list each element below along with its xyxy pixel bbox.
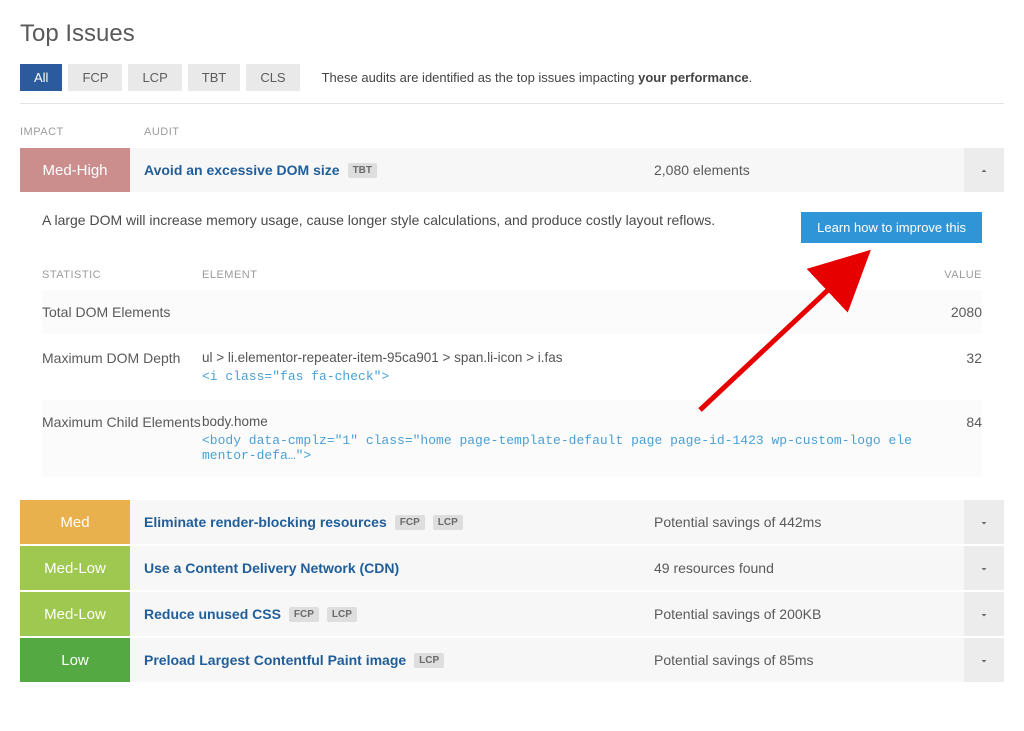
audit-name[interactable]: Reduce unused CSS — [144, 606, 281, 622]
issue-detail: A large DOM will increase memory usage, … — [20, 194, 1004, 500]
chevron-down-icon — [978, 562, 990, 574]
audit-name[interactable]: Preload Largest Contentful Paint image — [144, 652, 406, 668]
stat-value: 2080 — [912, 304, 982, 320]
expand-toggle[interactable] — [964, 500, 1004, 544]
metric-tag: LCP — [327, 607, 357, 622]
issue-row[interactable]: Med-Low Use a Content Delivery Network (C… — [20, 546, 1004, 590]
issue-row[interactable]: Med Eliminate render-blocking resources FC… — [20, 500, 1004, 544]
issue-value: Potential savings of 200KB — [654, 592, 964, 636]
issue-value: Potential savings of 85ms — [654, 638, 964, 682]
expand-toggle[interactable] — [964, 546, 1004, 590]
page-title: Top Issues — [20, 20, 1004, 48]
metric-tag: FCP — [395, 515, 425, 530]
audit-name[interactable]: Avoid an excessive DOM size — [144, 162, 340, 178]
issue-value: 2,080 elements — [654, 148, 964, 192]
col-header-audit: AUDIT — [130, 126, 654, 138]
impact-badge: Med-Low — [20, 546, 130, 590]
tab-all[interactable]: All — [20, 64, 62, 91]
stat-value: 32 — [912, 350, 982, 366]
stat-row: Total DOM Elements 2080 — [42, 289, 982, 335]
metric-filter-tabs: All FCP LCP TBT CLS These audits are ide… — [20, 64, 1004, 104]
chevron-down-icon — [978, 608, 990, 620]
stat-col-value: VALUE — [912, 269, 982, 281]
expand-toggle[interactable] — [964, 592, 1004, 636]
stat-element: ul > li.elementor-repeater-item-95ca901 … — [202, 350, 912, 384]
stat-row: Maximum Child Elements body.home <body d… — [42, 399, 982, 478]
stat-value: 84 — [912, 414, 982, 430]
tabs-description: These audits are identified as the top i… — [322, 70, 753, 85]
stat-name: Maximum Child Elements — [42, 414, 202, 430]
tab-lcp[interactable]: LCP — [128, 64, 181, 91]
issue-value: 49 resources found — [654, 546, 964, 590]
expand-toggle[interactable] — [964, 638, 1004, 682]
impact-badge: Med — [20, 500, 130, 544]
metric-tag: FCP — [289, 607, 319, 622]
tab-tbt[interactable]: TBT — [188, 64, 241, 91]
audit-name[interactable]: Use a Content Delivery Network (CDN) — [144, 560, 399, 576]
metric-tag: TBT — [348, 163, 377, 178]
chevron-down-icon — [978, 516, 990, 528]
col-header-impact: IMPACT — [20, 126, 130, 138]
stat-col-element: ELEMENT — [202, 269, 912, 281]
collapse-toggle[interactable] — [964, 148, 1004, 192]
impact-badge: Med-Low — [20, 592, 130, 636]
issue-row[interactable]: Med-Low Reduce unused CSS FCP LCP Potential … — [20, 592, 1004, 636]
learn-how-button[interactable]: Learn how to improve this — [801, 212, 982, 243]
audit-name[interactable]: Eliminate render-blocking resources — [144, 514, 387, 530]
tab-fcp[interactable]: FCP — [68, 64, 122, 91]
impact-badge: Med-High — [20, 148, 130, 192]
stat-element: body.home <body data-cmplz="1" class="ho… — [202, 414, 912, 463]
tab-cls[interactable]: CLS — [246, 64, 299, 91]
chevron-up-icon — [978, 164, 990, 176]
issue-description: A large DOM will increase memory usage, … — [42, 212, 715, 228]
issues-header: IMPACT AUDIT — [20, 120, 1004, 148]
stat-name: Total DOM Elements — [42, 304, 202, 320]
metric-tag: LCP — [414, 653, 444, 668]
issue-row[interactable]: Low Preload Largest Contentful Paint imag… — [20, 638, 1004, 682]
metric-tag: LCP — [433, 515, 463, 530]
impact-badge: Low — [20, 638, 130, 682]
issue-row-expanded[interactable]: Med-High Avoid an excessive DOM size TBT… — [20, 148, 1004, 192]
stat-name: Maximum DOM Depth — [42, 350, 202, 366]
chevron-down-icon — [978, 654, 990, 666]
stat-row: Maximum DOM Depth ul > li.elementor-repe… — [42, 335, 982, 399]
stat-col-statistic: STATISTIC — [42, 269, 202, 281]
issue-value: Potential savings of 442ms — [654, 500, 964, 544]
statistics-table: STATISTIC ELEMENT VALUE Total DOM Elemen… — [42, 261, 982, 478]
